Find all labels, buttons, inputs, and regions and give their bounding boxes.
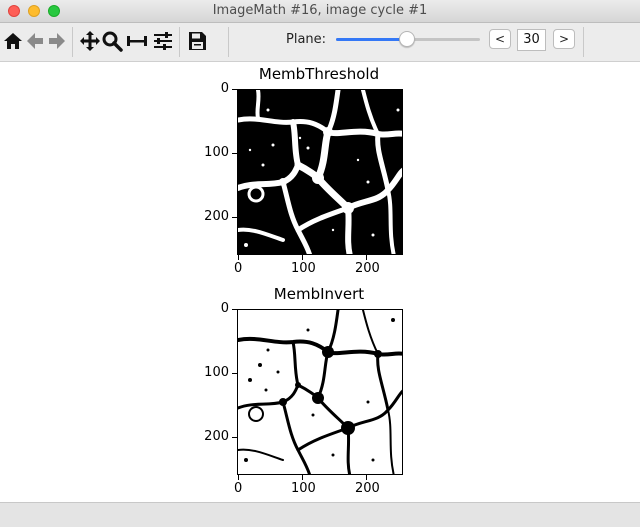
plane-slider-thumb[interactable] [398, 31, 415, 47]
y-tick-label: 200 [204, 429, 229, 444]
subplots-icon[interactable] [126, 30, 148, 52]
membinvert-image [237, 309, 403, 475]
x-tick-label: 200 [355, 481, 380, 496]
y-tick-label: 200 [204, 209, 229, 224]
plane-slider[interactable] [336, 31, 480, 47]
toolbar-separator [228, 27, 229, 57]
y-tick-mark [232, 89, 237, 90]
toolbar-separator [72, 27, 73, 57]
y-tick-label: 0 [220, 301, 229, 316]
y-tick-label: 100 [204, 145, 229, 160]
status-bar [0, 502, 640, 527]
title-bar: ImageMath #16, image cycle #1 [0, 0, 640, 23]
next-plane-button[interactable]: > [553, 29, 575, 49]
y-tick-mark [232, 217, 237, 218]
back-arrow-icon[interactable] [24, 30, 46, 52]
plane-label: Plane: [286, 32, 327, 47]
zoom-icon[interactable] [101, 30, 123, 52]
x-tick-mark [302, 475, 303, 480]
x-tick-mark [366, 475, 367, 480]
y-tick-mark [232, 373, 237, 374]
x-tick-mark [366, 255, 367, 260]
y-tick-mark [232, 437, 237, 438]
configure-icon[interactable] [152, 30, 174, 52]
y-tick-label: 0 [220, 81, 229, 96]
plot-title-membthreshold: MembThreshold [258, 65, 380, 83]
forward-arrow-icon[interactable] [46, 30, 68, 52]
toolbar-separator [583, 27, 584, 57]
x-tick-label: 200 [355, 261, 380, 276]
plot-title-membinvert: MembInvert [273, 285, 365, 303]
plane-slider-fill [336, 38, 407, 41]
x-tick-mark [302, 255, 303, 260]
plane-number-field[interactable]: 30 [517, 29, 546, 51]
x-tick-mark [238, 475, 239, 480]
y-tick-label: 100 [204, 365, 229, 380]
pan-icon[interactable] [79, 30, 101, 52]
window-title: ImageMath #16, image cycle #1 [212, 3, 428, 18]
x-tick-label: 0 [234, 261, 243, 276]
x-tick-label: 0 [234, 481, 243, 496]
home-icon[interactable] [2, 30, 24, 52]
previous-plane-button[interactable]: < [489, 29, 511, 49]
y-tick-mark [232, 153, 237, 154]
figure-canvas: MembThreshold 0 100 200 0 100 200 MembIn… [0, 62, 640, 502]
save-icon[interactable] [186, 30, 208, 52]
toolbar-separator [179, 27, 180, 57]
x-tick-label: 100 [291, 261, 316, 276]
x-tick-mark [238, 255, 239, 260]
x-tick-label: 100 [291, 481, 316, 496]
membthreshold-image [237, 89, 403, 255]
y-tick-mark [232, 309, 237, 310]
